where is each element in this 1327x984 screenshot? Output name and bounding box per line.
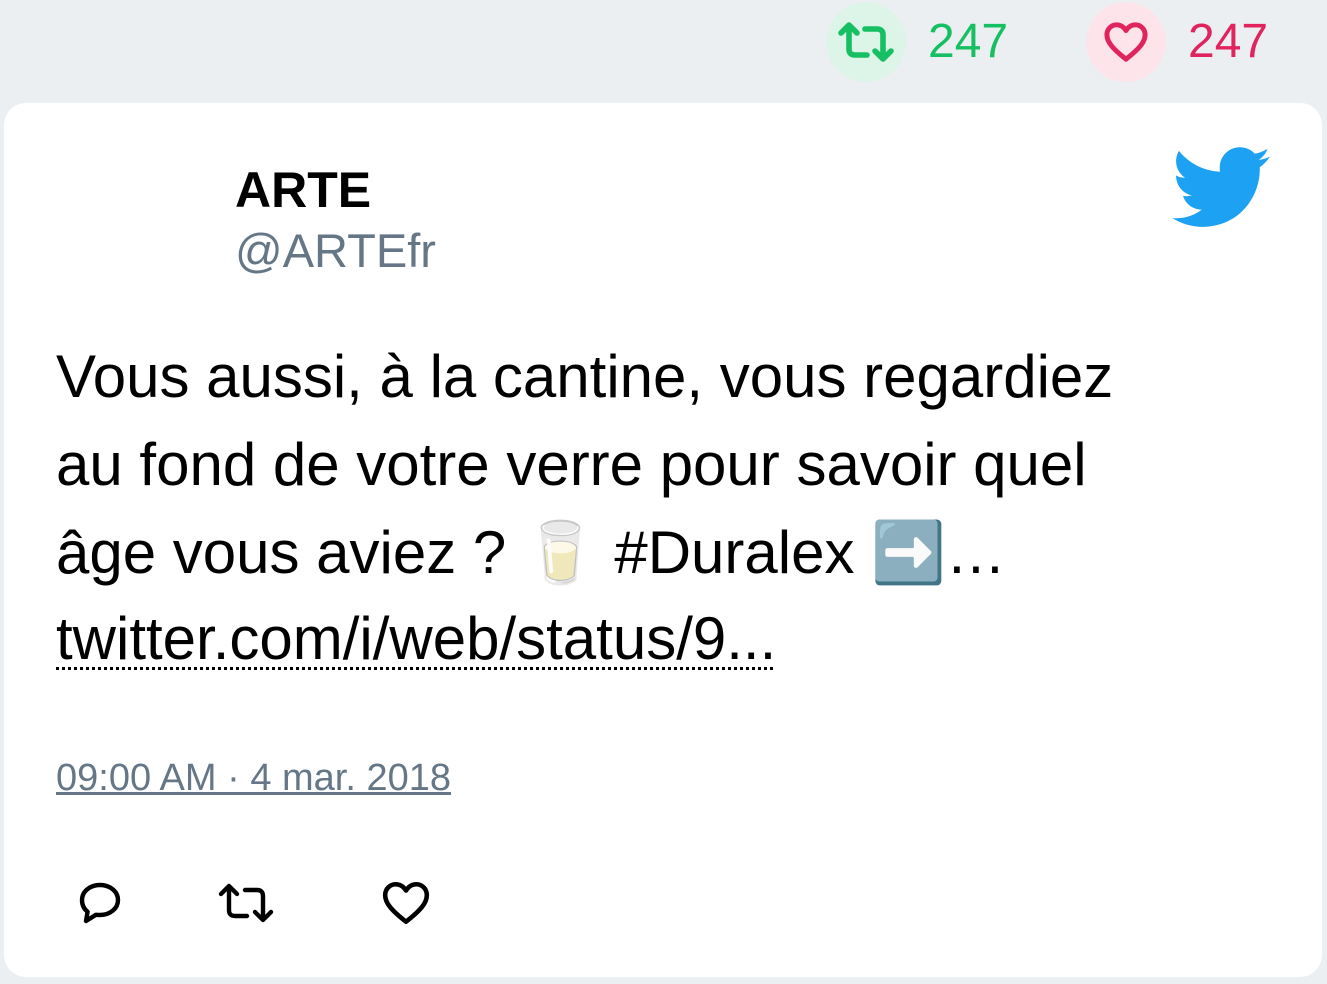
retweet-icon [838, 22, 894, 62]
reply-button[interactable] [70, 873, 130, 933]
like-stat-icon-circle[interactable] [1086, 2, 1166, 82]
retweet-count: 247 [928, 15, 1009, 68]
retweet-button[interactable] [216, 873, 276, 933]
tweet-text: Vous aussi, à la cantine, vous regardiez… [56, 343, 1114, 586]
author-name[interactable]: ARTE [235, 165, 371, 215]
tweet-link[interactable]: twitter.com/i/web/status/9... [56, 599, 776, 679]
like-stat[interactable]: 247 [1086, 0, 1268, 84]
retweet-stat[interactable]: 247 [826, 0, 1008, 84]
twitter-bird-icon[interactable] [1172, 147, 1270, 227]
like-count: 247 [1188, 15, 1269, 68]
heart-icon [1104, 22, 1148, 62]
tweet-actions [56, 873, 456, 933]
engagement-stats-bar: 247 247 [0, 0, 1327, 100]
tweet-timestamp[interactable]: 09:00 AM · 4 mar. 2018 [56, 759, 451, 797]
author-handle[interactable]: @ARTEfr [235, 227, 436, 274]
retweet-icon [218, 883, 274, 923]
tweet-card: ARTE @ARTEfr Vous aussi, à la cantine, v… [4, 103, 1322, 977]
like-button[interactable] [376, 873, 436, 933]
retweet-stat-icon-circle[interactable] [826, 2, 906, 82]
reply-icon [79, 882, 121, 924]
like-icon [382, 881, 430, 925]
